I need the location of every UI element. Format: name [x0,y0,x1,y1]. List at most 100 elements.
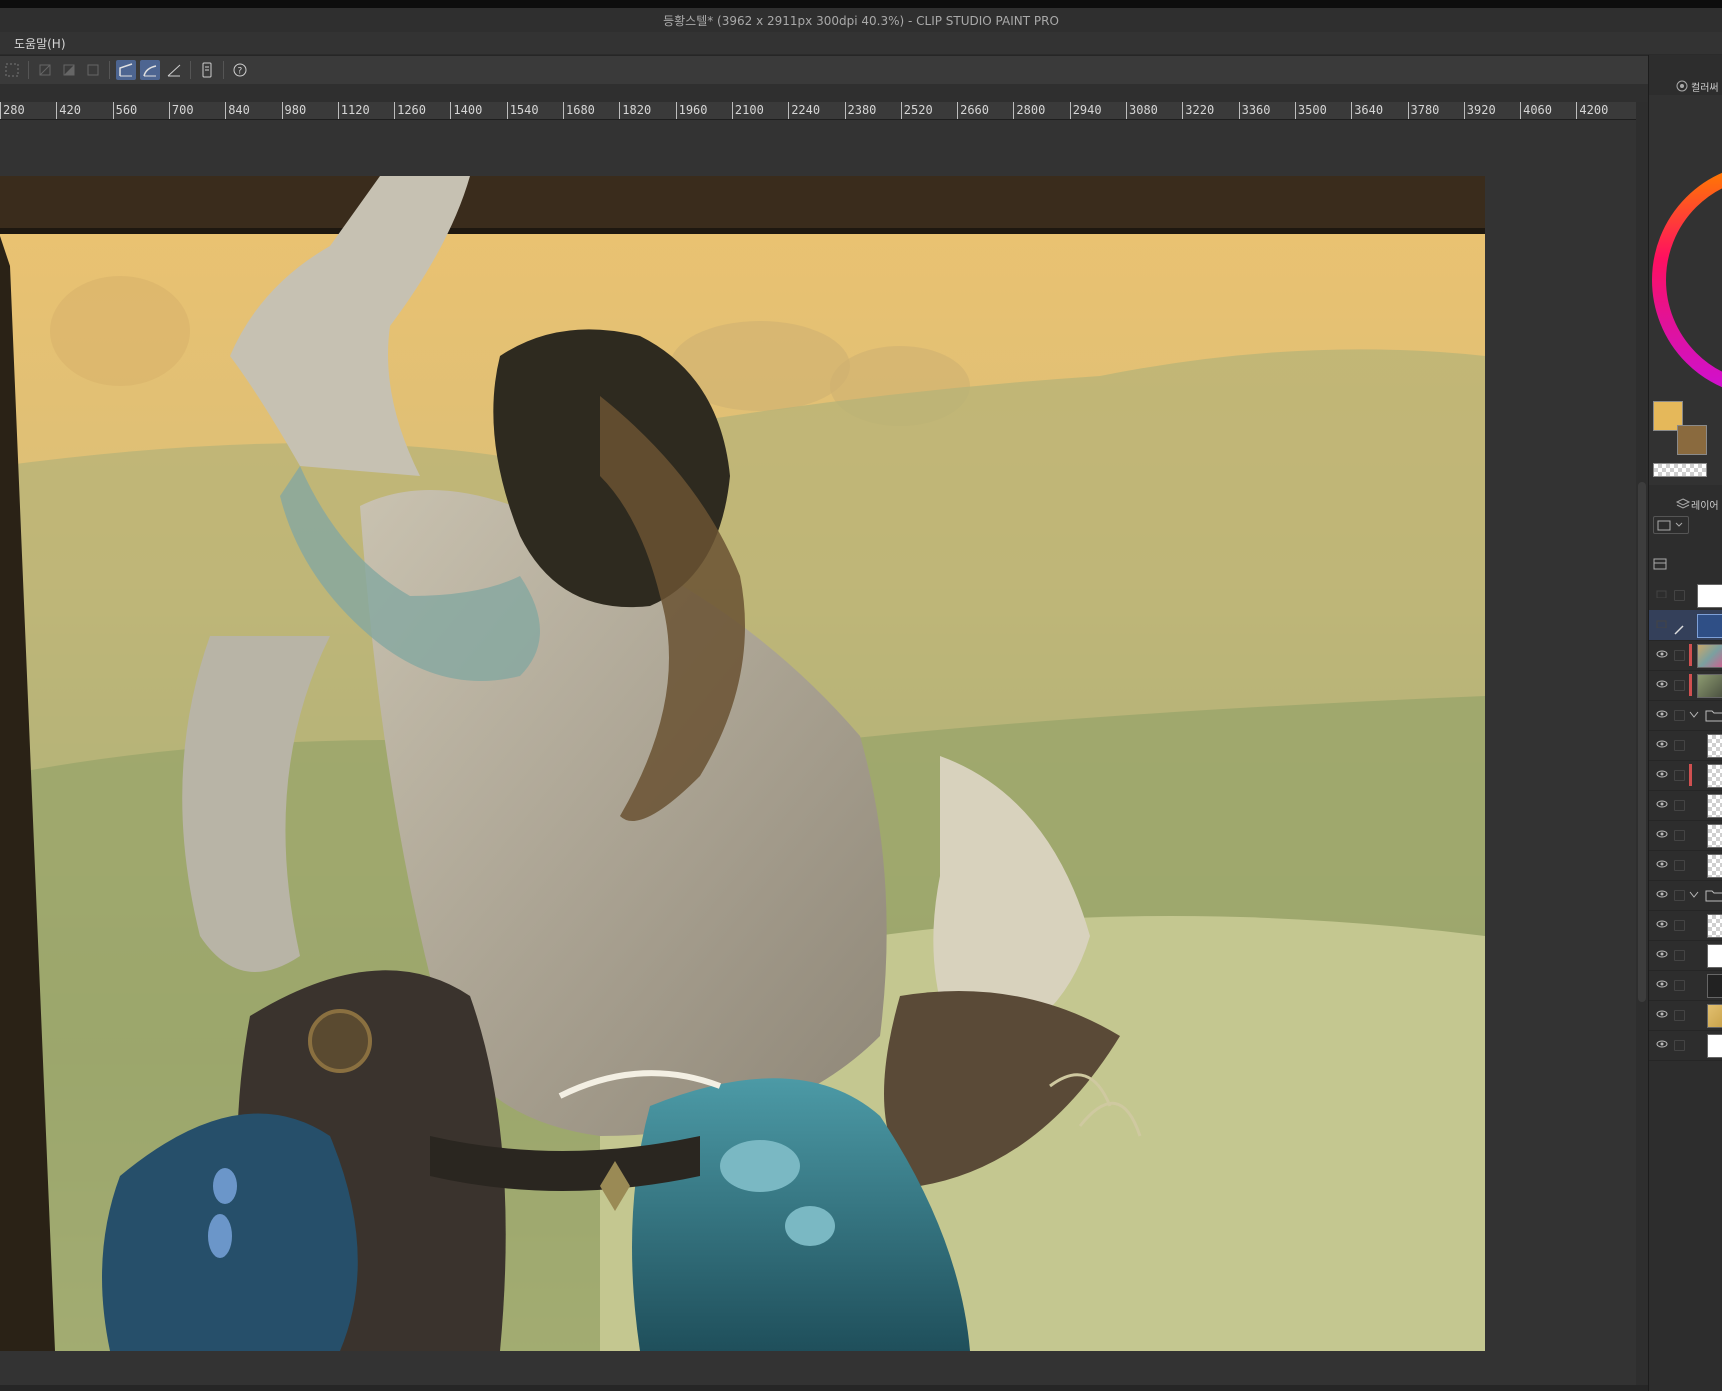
eye-icon[interactable] [1656,710,1668,718]
eye-icon[interactable] [1656,860,1668,868]
layer-row[interactable] [1649,850,1722,881]
chevron-down-icon [1657,520,1683,531]
layer-row[interactable] [1649,790,1722,821]
layer-row[interactable] [1649,1000,1722,1031]
color-panel-title: 컬러써 [1691,82,1719,94]
lock-toggle[interactable] [1674,920,1685,931]
lock-toggle[interactable] [1674,800,1685,811]
folder-icon [1705,710,1722,722]
layer-thumbnail [1707,974,1722,998]
scrollbar-thumb[interactable] [1638,482,1646,1002]
layer-row[interactable] [1649,820,1722,851]
blend-mode-dropdown[interactable] [1653,516,1689,534]
eye-hidden-icon[interactable] [1656,620,1668,628]
ruler-tick: 4200 [1576,102,1608,119]
layer-row[interactable] [1649,610,1722,641]
eye-icon[interactable] [1656,920,1668,928]
layer-color-tag [1689,764,1692,786]
layer-row[interactable] [1649,700,1722,731]
lock-toggle[interactable] [1674,980,1685,991]
eye-icon[interactable] [1656,680,1668,688]
layer-panel-title: 레이어 [1691,500,1719,512]
layer-row[interactable] [1649,580,1722,611]
layer-thumbnail [1697,644,1722,668]
toolbar-separator [109,61,110,79]
lock-toggle[interactable] [1674,1010,1685,1021]
layer-row[interactable] [1649,760,1722,791]
color-panel-header[interactable]: 컬러써 [1649,77,1722,95]
pencil-icon[interactable] [1674,620,1684,635]
lock-toggle[interactable] [1674,950,1685,961]
eye-icon[interactable] [1656,980,1668,988]
eye-icon[interactable] [1656,740,1668,748]
layer-thumbnail [1697,674,1722,698]
layer-row[interactable] [1649,730,1722,761]
eye-icon[interactable] [1656,800,1668,808]
layer-thumbnail [1707,764,1722,788]
ruler-tick: 1540 [506,102,539,119]
frame-icon[interactable] [83,60,103,80]
chevron-down-icon[interactable] [1689,891,1699,899]
eye-hidden-icon[interactable] [1656,590,1668,598]
horizontal-ruler[interactable]: 280 420 560 700 840 980 1120 1260 1400 1540 1680 18… [0,102,1636,120]
lock-toggle[interactable] [1674,590,1685,601]
eye-icon[interactable] [1656,1040,1668,1048]
lock-toggle[interactable] [1674,830,1685,841]
help-icon[interactable]: ? [230,60,250,80]
toolbar-gap [0,84,1648,102]
right-dock-panel: 컬러써 레이어 [1648,55,1722,1391]
transparent-color-swatch[interactable] [1653,463,1707,477]
select-rect-icon[interactable] [2,60,22,80]
layer-color-tag [1689,674,1692,696]
ruler-tick: 560 [112,102,137,119]
layer-row[interactable] [1649,910,1722,941]
brush-curve-icon[interactable] [140,60,160,80]
canvas-workspace [0,120,1636,1385]
lock-toggle[interactable] [1674,890,1685,901]
layer-row[interactable] [1649,670,1722,701]
lock-toggle[interactable] [1674,650,1685,661]
eye-icon[interactable] [1656,950,1668,958]
fill-icon[interactable] [59,60,79,80]
toolbar-separator [223,61,224,79]
layer-row[interactable] [1649,880,1722,911]
ruler-tick: 3780 [1407,102,1439,119]
lock-toggle[interactable] [1674,770,1685,781]
canvas-vertical-scrollbar[interactable] [1636,102,1648,1385]
layer-color-tag [1689,644,1692,666]
ruler-tick: 1680 [563,102,595,119]
lock-toggle[interactable] [1674,740,1685,751]
toolbar-separator [28,61,29,79]
title-bar: 등황스텔* (3962 x 2911px 300dpi 40.3%) - CLI… [0,8,1722,32]
eye-icon[interactable] [1656,890,1668,898]
ruler-tick: 2660 [957,102,989,119]
ruler-angle-icon[interactable] [164,60,184,80]
layer-row[interactable] [1649,1030,1722,1061]
crop-icon[interactable] [35,60,55,80]
layer-property-icon[interactable] [1653,556,1667,575]
lock-toggle[interactable] [1674,680,1685,691]
eye-icon[interactable] [1656,650,1668,658]
chevron-down-icon[interactable] [1689,711,1699,719]
layer-row[interactable] [1649,640,1722,671]
lock-toggle[interactable] [1674,1040,1685,1051]
eye-icon[interactable] [1656,770,1668,778]
layer-thumbnail [1707,944,1722,968]
sub-color-swatch[interactable] [1677,425,1707,455]
pen-icon[interactable] [116,60,136,80]
menu-help[interactable]: 도움말(H) [14,35,66,52]
eye-icon[interactable] [1656,1010,1668,1018]
ruler-tick: 3500 [1294,102,1327,119]
color-wheel-icon [1676,80,1688,92]
layer-thumbnail [1707,824,1722,848]
lock-toggle[interactable] [1674,710,1685,721]
eye-icon[interactable] [1656,830,1668,838]
layer-row[interactable] [1649,970,1722,1001]
window-title: 등황스텔* (3962 x 2911px 300dpi 40.3%) - CLI… [663,13,1059,28]
layer-row[interactable] [1649,940,1722,971]
canvas-artwork[interactable] [0,176,1485,1351]
lock-toggle[interactable] [1674,860,1685,871]
layer-panel-header[interactable]: 레이어 [1649,495,1722,513]
tablet-icon[interactable] [197,60,217,80]
layer-thumbnail [1707,854,1722,878]
